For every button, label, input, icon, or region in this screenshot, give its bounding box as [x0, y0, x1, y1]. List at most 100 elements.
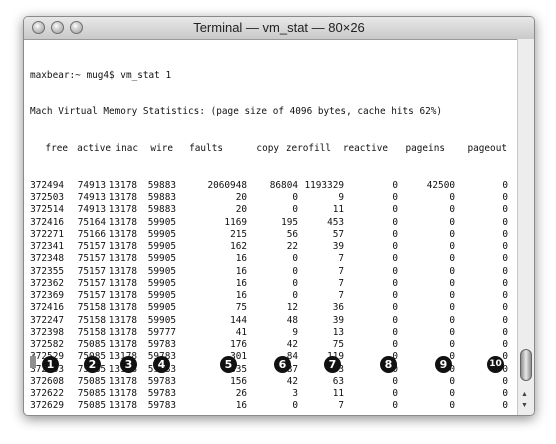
cell-zerofill: 1193329: [304, 179, 344, 191]
column-header-copy: copy: [256, 143, 279, 154]
column-header-pageout: pageout: [467, 143, 507, 154]
cell-reactive: 0: [392, 375, 398, 387]
stats-row: 372494 74913 13178 59883 2060948 86804 1193329…: [30, 180, 510, 192]
cell-pageins: 0: [449, 290, 455, 301]
cell-reactive: 0: [392, 326, 398, 338]
cell-pageout: 0: [502, 302, 508, 314]
cell-reactive: 0: [392, 253, 398, 265]
cell-reactive: 0: [392, 339, 398, 350]
column-header-zerofill: zerofill: [285, 143, 331, 154]
cell-zerofill: 63: [332, 375, 344, 387]
cell-pageout: 0: [502, 290, 508, 301]
cell-pageins: 0: [449, 192, 455, 203]
terminal-window: Terminal — vm_stat — 80×26 maxbear:~ mug…: [23, 16, 535, 416]
stats-banner: Mach Virtual Memory Statistics: (page si…: [30, 106, 443, 118]
cell-pageins: 0: [449, 277, 455, 289]
cell-wire: 59783: [147, 339, 176, 350]
cell-pageins: 42500: [426, 179, 455, 191]
cell-pageout: 0: [502, 314, 508, 326]
stats-row: 372416 75164 13178 59905 1169 195 453 0 0 0: [30, 217, 510, 229]
cell-zerofill: 13: [332, 326, 344, 338]
scroll-down-arrow-icon[interactable]: ▼: [521, 401, 528, 410]
callout-badge-6: 6: [274, 356, 291, 373]
cell-pageins: 0: [449, 216, 455, 228]
cell-reactive: 0: [392, 277, 398, 289]
cell-zerofill: 39: [332, 241, 344, 252]
callout-badge-1: 1: [42, 356, 59, 373]
stats-row: 372348 75157 13178 59905 16 0 7 0 0 0: [30, 253, 510, 265]
cell-pageins: 0: [449, 265, 455, 277]
column-header-row: free active inac wire faults copy zerofill reac…: [30, 143, 510, 155]
terminal-output[interactable]: maxbear:~ mug4$ vm_stat 1 Mach Virtual M…: [30, 45, 510, 412]
cell-wire: 59905: [147, 277, 176, 289]
cell-pageout: 0: [502, 326, 508, 338]
cell-pageout: 0: [502, 339, 508, 350]
cell-pageout: 0: [502, 241, 508, 252]
cell-pageins: 0: [449, 204, 455, 216]
stats-row: 372271 75166 13178 59905 215 56 57 0 0 0: [30, 229, 510, 241]
cell-reactive: 0: [392, 265, 398, 277]
cell-pageout: 0: [502, 192, 508, 203]
callout-badge-9: 9: [435, 356, 452, 373]
cell-wire: 59905: [147, 314, 176, 326]
callout-badge-8: 8: [380, 356, 397, 373]
cell-pageout: 0: [502, 388, 508, 399]
cell-pageout: 0: [502, 179, 508, 191]
cell-wire: 59905: [147, 302, 176, 314]
stats-row: 372341 75157 13178 59905 162 22 39 0 0 0: [30, 241, 510, 253]
cell-pageins: 0: [449, 339, 455, 350]
cell-reactive: 0: [392, 388, 398, 399]
command-prompt: maxbear:~ mug4$ vm_stat 1: [30, 69, 172, 81]
column-header-faults: faults: [189, 143, 223, 154]
cell-wire: 59905: [147, 241, 176, 252]
cell-pageins: 0: [449, 400, 455, 412]
stats-row: 372622 75085 13178 59783 26 3 11 0 0 0: [30, 388, 510, 400]
stats-row: 372416 75158 13178 59905 75 12 36 0 0 0: [30, 302, 510, 314]
cell-wire: 59905: [147, 265, 176, 277]
cell-pageout: 0: [502, 265, 508, 277]
cell-pageins: 0: [449, 375, 455, 387]
cell-wire: 59883: [147, 179, 176, 191]
scroll-up-arrow-icon[interactable]: ▲: [521, 390, 528, 399]
cell-zerofill: 57: [332, 228, 344, 240]
cell-pageins: 0: [449, 326, 455, 338]
cell-zerofill: 7: [338, 277, 344, 289]
window-title: Terminal — vm_stat — 80×26: [193, 20, 365, 35]
cell-pageout: 0: [502, 375, 508, 387]
cell-wire: 59905: [147, 216, 176, 228]
cell-zerofill: 7: [338, 400, 344, 412]
stats-row: 372369 75157 13178 59905 16 0 7 0 0 0: [30, 290, 510, 302]
cell-zerofill: 11: [332, 388, 344, 399]
stats-row: 372608 75085 13178 59783 156 42 63 0 0 0: [30, 376, 510, 388]
cell-reactive: 0: [392, 290, 398, 301]
cell-pageout: 0: [502, 216, 508, 228]
title-bar[interactable]: Terminal — vm_stat — 80×26: [24, 17, 534, 40]
cell-zerofill: 36: [332, 302, 344, 314]
cell-pageins: 0: [449, 314, 455, 326]
cell-zerofill: 453: [327, 216, 344, 228]
cell-pageout: 0: [502, 228, 508, 240]
cell-zerofill: 7: [338, 253, 344, 265]
scroll-thumb[interactable]: [520, 349, 532, 381]
stats-row: 372355 75157 13178 59905 16 0 7 0 0 0: [30, 266, 510, 278]
stats-row: 372629 75085 13178 59783 16 0 7 0 0 0: [30, 400, 510, 412]
column-header-pageins: pageins: [405, 143, 445, 154]
stats-rows: 372494 74913 13178 59883 2060948 86804 1193329…: [30, 180, 510, 413]
cell-wire: 59783: [147, 388, 176, 399]
cell-zerofill: 7: [338, 290, 344, 301]
cell-pageout: 0: [502, 204, 508, 216]
stats-row: 372398 75158 13178 59777 41 9 13 0 0 0: [30, 327, 510, 339]
callout-badge-10: 10: [487, 356, 504, 373]
cell-pageout: 0: [502, 400, 508, 412]
vertical-scrollbar[interactable]: ▲ ▼: [517, 39, 534, 415]
callout-badge-4: 4: [153, 356, 170, 373]
callout-badge-7: 7: [324, 356, 341, 373]
cell-zerofill: 7: [338, 265, 344, 277]
cell-pageins: 0: [449, 253, 455, 265]
cell-reactive: 0: [392, 179, 398, 191]
cell-pageins: 0: [449, 302, 455, 314]
cell-reactive: 0: [392, 228, 398, 240]
cell-wire: 59777: [147, 326, 176, 338]
cell-pageins: 0: [449, 241, 455, 252]
cell-zerofill: 39: [332, 314, 344, 326]
